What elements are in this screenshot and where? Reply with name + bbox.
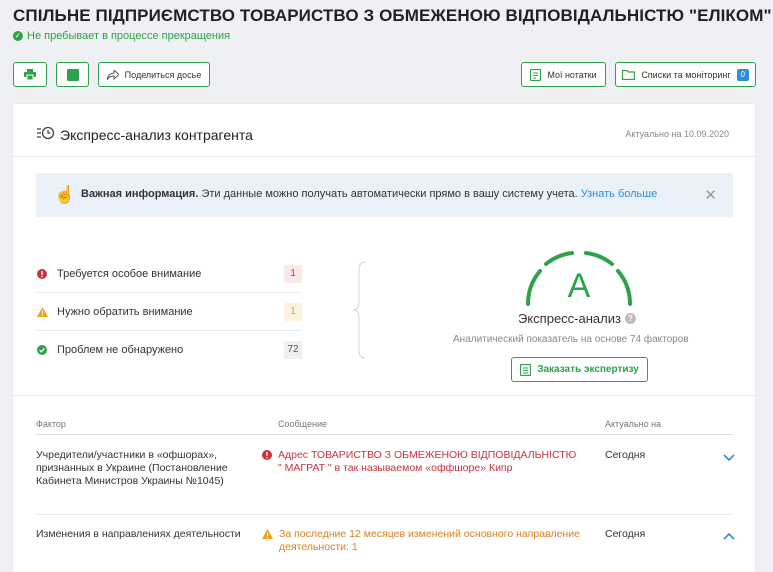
grade-letter: A — [567, 267, 591, 305]
header-divider — [36, 434, 733, 435]
pdf-icon — [66, 68, 79, 81]
list-clock-icon — [37, 126, 55, 140]
summary-label: Требуется особое внимание — [57, 267, 202, 280]
row-divider — [36, 514, 733, 515]
share-label: Поделиться досье — [124, 69, 202, 80]
grade-title: Экспресс-анализ ? — [518, 311, 636, 326]
pointing-hand-icon: ☝ — [54, 185, 76, 204]
help-question-icon[interactable]: ? — [624, 313, 636, 324]
panel-title: Экспресс-анализ контрагента — [60, 127, 253, 143]
order-expertise-button[interactable]: Заказать экспертизу — [511, 357, 648, 382]
column-header-factor: Фактор — [36, 419, 66, 429]
company-title: СПІЛЬНЕ ПІДПРИЄМСТВО ТОВАРИСТВО З ОБМЕЖЕ… — [13, 6, 772, 25]
summary-count: 1 — [284, 302, 302, 321]
table-row-message: Адрес ТОВАРИСТВО З ОБМЕЖЕНОЮ ВІДПОВІДАЛЬ… — [262, 449, 582, 475]
warning-triangle-icon — [36, 306, 48, 317]
summary-count: 1 — [284, 264, 302, 283]
document-list-icon — [520, 363, 532, 376]
curly-brace-divider — [352, 261, 366, 359]
table-row-factor: Изменения в направлениях деятельности — [36, 528, 241, 540]
error-circle-icon — [36, 268, 48, 279]
print-button[interactable] — [13, 62, 47, 87]
lists-monitoring-label: Списки та моніторинг — [641, 69, 731, 80]
summary-row-warning: Нужно обратить внимание 1 — [36, 293, 302, 331]
chevron-down-icon[interactable] — [723, 454, 735, 462]
table-row-actual: Сегодня — [605, 449, 646, 461]
printer-icon — [24, 69, 36, 80]
chevron-up-icon[interactable] — [723, 532, 735, 540]
section-divider — [13, 395, 755, 396]
panel-header: Экспресс-анализ контрагента Актуально на… — [13, 104, 755, 157]
error-circle-icon — [262, 449, 272, 475]
summary-label: Проблем не обнаружено — [57, 344, 184, 356]
warning-triangle-icon — [262, 528, 273, 554]
company-status-text: Не пребывает в процессе прекращения — [27, 30, 231, 42]
lists-count-badge: 0 — [736, 68, 749, 81]
summary-row-critical: Требуется особое внимание 1 — [36, 255, 302, 293]
column-header-actual: Актуально на — [605, 419, 662, 429]
summary-row-ok: Проблем не обнаружено 72 — [36, 331, 302, 369]
info-banner: ☝ Важная информация. Эти данные можно по… — [36, 173, 733, 217]
order-expertise-label: Заказать экспертизу — [537, 364, 639, 375]
summary-count: 72 — [284, 341, 302, 359]
summary-label: Нужно обратить внимание — [57, 305, 193, 318]
table-row-actual: Сегодня — [605, 528, 646, 540]
share-dossier-button[interactable]: Поделиться досье — [98, 62, 210, 87]
check-circle-icon — [36, 345, 48, 355]
express-analysis-panel: Экспресс-анализ контрагента Актуально на… — [13, 104, 755, 572]
grade-title-text: Экспресс-анализ — [518, 311, 621, 326]
table-row-factor: Учредители/участники в «офшорах», призна… — [36, 449, 228, 487]
lists-monitoring-button[interactable]: Списки та моніторинг 0 — [615, 62, 756, 87]
message-text: За последние 12 месяцев изменений основн… — [279, 528, 580, 553]
grade-subtitle: Аналитический показатель на основе 74 фа… — [453, 334, 689, 345]
column-header-message: Сообщение — [278, 419, 327, 429]
info-text: Важная информация. Эти данные можно полу… — [81, 188, 657, 200]
pdf-button[interactable] — [56, 62, 89, 87]
my-notes-button[interactable]: Мої нотатки — [521, 62, 606, 87]
message-text: Адрес ТОВАРИСТВО З ОБМЕЖЕНОЮ ВІДПОВІДАЛЬ… — [278, 449, 577, 474]
company-status: ✓ Не пребывает в процессе прекращения — [13, 30, 230, 42]
learn-more-link[interactable]: Узнать больше — [581, 188, 657, 200]
check-circle-icon: ✓ — [13, 31, 23, 41]
my-notes-label: Мої нотатки — [547, 69, 597, 80]
notes-icon — [530, 68, 542, 81]
info-strong: Важная информация. — [81, 188, 199, 200]
close-icon[interactable]: ✕ — [704, 186, 717, 204]
info-body: Эти данные можно получать автоматически … — [201, 188, 578, 200]
folder-icon — [622, 69, 636, 80]
table-row-message: За последние 12 месяцев изменений основн… — [262, 528, 582, 554]
actual-date: Актуально на 10.09.2020 — [625, 129, 729, 139]
share-arrow-icon — [106, 69, 119, 80]
